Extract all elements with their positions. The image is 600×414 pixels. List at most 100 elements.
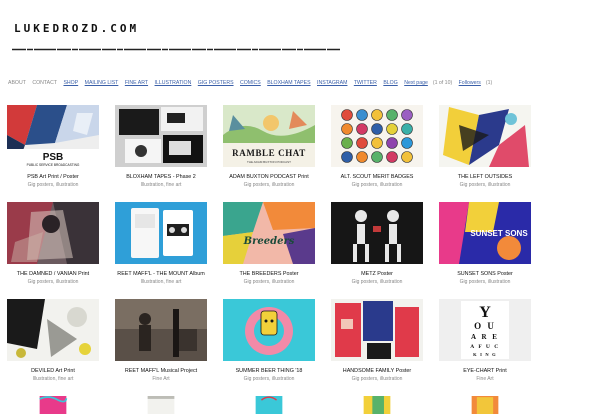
- work-title: THE DAMNED / VANIAN Print: [16, 271, 90, 277]
- work-card-breeders[interactable]: Breeders THE BREEDERS Poster Gig posters…: [221, 202, 317, 285]
- work-card-left-outsides[interactable]: THE LEFT OUTSIDES Gig posters, illustrat…: [437, 105, 533, 188]
- breeders-thumbnail: Breeders: [223, 202, 315, 264]
- partial-thumbnail-1: [39, 396, 68, 414]
- partial-thumbnail-3: [255, 396, 283, 414]
- partial-thumbnail-4: [363, 396, 391, 414]
- svg-text:Y: Y: [479, 304, 491, 321]
- svg-text:K I N G: K I N G: [473, 352, 497, 357]
- nav-comics[interactable]: COMICS: [240, 80, 261, 86]
- handsome-family-thumbnail: [331, 299, 423, 361]
- work-card-partial[interactable]: [5, 396, 101, 414]
- ramble-chat-subtitle-text: THE ADAM BUXTON PODCAST: [247, 160, 291, 164]
- work-tags: Gig posters, illustration: [27, 182, 79, 188]
- svg-text:A R E: A R E: [471, 333, 499, 341]
- work-title: SUMMER BEER THING '18: [235, 368, 303, 374]
- work-title: THE BREEDERS Poster: [239, 271, 299, 277]
- summer-beer-thumbnail: [223, 299, 315, 361]
- work-card-reet-maffl-musical[interactable]: REET MAFF'L Musical Project Fine Art: [113, 299, 209, 382]
- site-logo[interactable]: LUKEDROZD.COM: [14, 22, 139, 35]
- work-tags: Illustration, fine art: [32, 376, 74, 382]
- svg-text:A F U C: A F U C: [470, 344, 499, 350]
- reet-maffl-mount-thumbnail: [115, 202, 207, 264]
- the-damned-thumbnail: [7, 202, 99, 264]
- work-card-psb[interactable]: PSB PUBLIC SERVICE BROADCASTING PSB Art …: [5, 105, 101, 188]
- work-title: DEVILED Art Print: [31, 368, 75, 374]
- work-tags: Gig posters, illustration: [351, 182, 403, 188]
- work-card-eye-chart[interactable]: Y O U A R E A F U C K I N G EYE-CHART Pr…: [437, 299, 533, 382]
- work-card-ramble-chat[interactable]: RAMBLE CHAT THE ADAM BUXTON PODCAST ADAM…: [221, 105, 317, 188]
- nav-blog[interactable]: BLOG: [383, 80, 397, 86]
- work-title: THE LEFT OUTSIDES: [457, 174, 513, 180]
- work-title: PSB Art Print / Poster: [27, 174, 79, 180]
- reet-maffl-musical-thumbnail: [115, 299, 207, 361]
- work-title: REET MAFF'L Musical Project: [124, 368, 198, 374]
- work-title: HANDSOME FAMILY Poster: [342, 368, 412, 374]
- work-tags: Gig posters, illustration: [243, 279, 295, 285]
- work-title: EYE-CHART Print: [463, 368, 507, 374]
- work-card-bloxham[interactable]: BLOXHAM TAPES - Phase 2 Illustration, fi…: [113, 105, 209, 188]
- work-card-summer-beer[interactable]: SUMMER BEER THING '18 Gig posters, illus…: [221, 299, 317, 382]
- bloxham-thumbnail: [115, 105, 207, 167]
- work-card-partial[interactable]: [437, 396, 533, 414]
- work-title: ADAM BUXTON PODCAST Print: [229, 174, 309, 180]
- work-title: ALT. SCOUT MERIT BADGES: [340, 174, 414, 180]
- work-card-partial[interactable]: [329, 396, 425, 414]
- work-tags: Gig posters, illustration: [27, 279, 79, 285]
- breeders-title-text: Breeders: [243, 236, 295, 247]
- left-outsides-thumbnail: [439, 105, 531, 167]
- sunset-sons-title-text: SUNSET SONS: [470, 229, 528, 238]
- svg-text:O U: O U: [474, 321, 496, 331]
- main-nav: ABOUT CONTACT SHOP MAILING LIST FINE ART…: [8, 80, 592, 90]
- work-tags: Fine Art: [476, 376, 494, 382]
- partial-thumbnail-5: [471, 396, 499, 414]
- work-tags: Gig posters, illustration: [243, 376, 295, 382]
- followers-count: (1): [485, 80, 493, 86]
- work-tags: Gig posters, illustration: [351, 279, 403, 285]
- nav-gig-posters[interactable]: GIG POSTERS: [198, 80, 234, 86]
- next-page-link[interactable]: Next page: [404, 80, 428, 86]
- work-card-scout-badges[interactable]: ALT. SCOUT MERIT BADGES Gig posters, ill…: [329, 105, 425, 188]
- eye-chart-thumbnail: Y O U A R E A F U C K I N G: [439, 299, 531, 361]
- work-title: BLOXHAM TAPES - Phase 2: [126, 174, 196, 180]
- nav-bloxham-tapes[interactable]: BLOXHAM TAPES: [267, 80, 310, 86]
- nav-about[interactable]: ABOUT: [8, 80, 26, 86]
- work-tags: Illustration, fine art: [140, 279, 182, 285]
- nav-contact[interactable]: CONTACT: [32, 80, 57, 86]
- nav-illustration[interactable]: ILLUSTRATION: [155, 80, 192, 86]
- work-card-handsome-family[interactable]: HANDSOME FAMILY Poster Gig posters, illu…: [329, 299, 425, 382]
- ramble-chat-thumbnail: RAMBLE CHAT THE ADAM BUXTON PODCAST: [223, 105, 315, 167]
- psb-subtitle-text: PUBLIC SERVICE BROADCASTING: [27, 163, 80, 167]
- partial-thumbnail-2: [147, 396, 175, 414]
- followers-link[interactable]: Followers: [459, 80, 481, 86]
- ramble-chat-title-text: RAMBLE CHAT: [232, 148, 306, 158]
- work-title: METZ Poster: [361, 271, 393, 277]
- work-tags: Gig posters, illustration: [459, 279, 511, 285]
- work-card-deviled[interactable]: DEVILED Art Print Illustration, fine art: [5, 299, 101, 382]
- logo-underline: [12, 48, 340, 51]
- work-tags: Gig posters, illustration: [243, 182, 295, 188]
- psb-logo-text: PSB: [43, 152, 64, 163]
- work-tags: Fine Art: [152, 376, 170, 382]
- work-tags: Gig posters, illustration: [459, 182, 511, 188]
- work-card-partial[interactable]: [113, 396, 209, 414]
- nav-mailing-list[interactable]: MAILING LIST: [85, 80, 119, 86]
- work-card-partial[interactable]: [221, 396, 317, 414]
- work-tags: Gig posters, illustration: [351, 376, 403, 382]
- work-tags: Illustration, fine art: [140, 182, 182, 188]
- deviled-thumbnail: [7, 299, 99, 361]
- nav-twitter[interactable]: TWITTER: [354, 80, 377, 86]
- sunset-sons-thumbnail: SUNSET SONS: [439, 202, 531, 264]
- work-title: SUNSET SONS Poster: [457, 271, 513, 277]
- metz-thumbnail: [331, 202, 423, 264]
- work-title: REET MAFF'L - THE MOUNT Album: [117, 271, 205, 277]
- scout-badges-thumbnail: [331, 105, 423, 167]
- psb-thumbnail: PSB PUBLIC SERVICE BROADCASTING: [7, 105, 99, 167]
- nav-shop[interactable]: SHOP: [63, 80, 78, 86]
- nav-fine-art[interactable]: FINE ART: [125, 80, 148, 86]
- nav-instagram[interactable]: INSTAGRAM: [317, 80, 347, 86]
- work-card-metz[interactable]: METZ Poster Gig posters, illustration: [329, 202, 425, 285]
- work-card-the-damned[interactable]: THE DAMNED / VANIAN Print Gig posters, i…: [5, 202, 101, 285]
- page-info: (1 of 10): [432, 80, 453, 86]
- work-card-sunset-sons[interactable]: SUNSET SONS SUNSET SONS Poster Gig poste…: [437, 202, 533, 285]
- work-card-reet-maffl-mount[interactable]: REET MAFF'L - THE MOUNT Album Illustrati…: [113, 202, 209, 285]
